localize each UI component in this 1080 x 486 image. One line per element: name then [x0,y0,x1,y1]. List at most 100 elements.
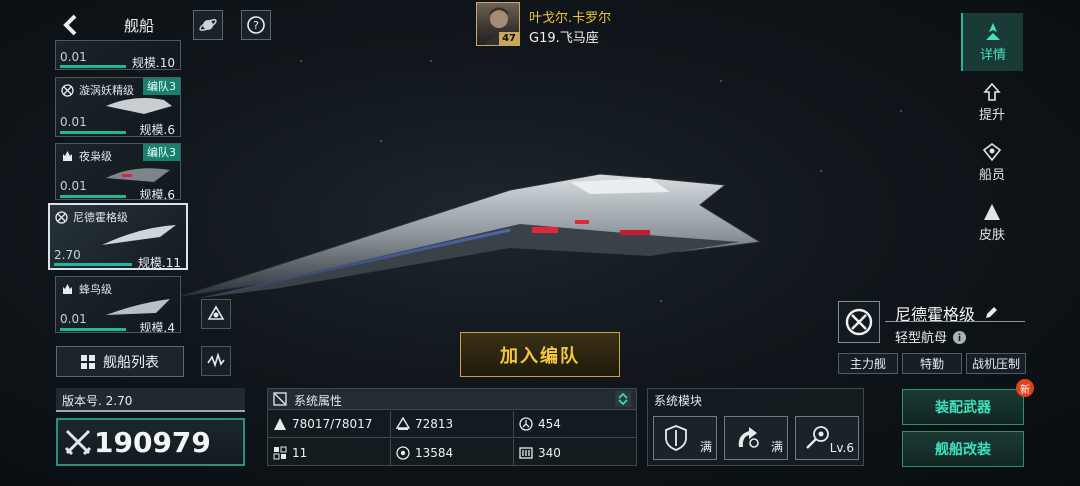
ship-scale: 规模.10 [131,56,175,70]
tab-label: 提升 [978,107,1005,123]
weapon-module-icon [806,426,829,449]
skin-icon [984,203,1000,220]
stats-chart-icon[interactable] [201,346,231,376]
expand-toggle-icon[interactable] [615,391,631,407]
ship-scale: 规模.11 [137,256,181,270]
flame-icon [63,284,72,294]
ship-progress-bar [60,131,126,134]
module-level: 满 [770,440,783,454]
tab-label: 皮肤 [978,227,1005,243]
attributes-icon [273,392,287,406]
attribute-value: 454 [538,417,561,431]
module-slot-shield[interactable]: 满 [653,416,717,460]
ship-power: 0.01 [60,312,87,326]
info-icon[interactable] [953,331,967,344]
system-attributes-title: 系统属性 [294,394,343,408]
player-location: G19.飞马座 [529,31,599,46]
ship-thumbnail [102,225,176,245]
attribute-grid: 11 [268,439,391,466]
ship-card[interactable]: 0.01 规模.10 [55,40,181,70]
new-badge: 新 [1016,379,1034,397]
attribute-target: 13584 [391,439,514,466]
ship-card[interactable]: 蜂鸟级 0.01 规模.4 [55,276,181,333]
help-icon[interactable]: ? [241,10,271,40]
tag-main-ship: 主力舰 [838,353,898,374]
ship-progress-bar [60,328,126,331]
ship-card-selected[interactable]: 尼德霍格级 2.70 规模.11 [48,203,188,270]
attribute-value: 13584 [415,445,454,460]
tag-fighter-suppression: 战机压制 [966,353,1026,374]
speed-icon [519,446,533,459]
tab-skin[interactable]: 皮肤 [961,193,1023,251]
ship-model-render [180,173,762,304]
title-divider [885,321,1025,322]
combat-power-box: 190979 [56,418,245,466]
fleet-formation-icon[interactable] [201,299,231,329]
details-icon [986,22,1000,40]
flame-icon [63,151,72,161]
ship-progress-bar [60,195,126,198]
grid-list-icon [81,354,95,369]
player-avatar[interactable]: 47 [476,2,520,46]
attribute-value: 340 [538,445,561,460]
ship-list-button[interactable]: 舰船列表 [56,346,184,377]
ship-thumbnail [106,168,170,182]
upgrade-icon [983,82,1001,101]
module-slot-weapon[interactable]: Lv.6 [795,416,859,460]
tab-crew[interactable]: 船员 [961,133,1023,191]
attribute-hull: 78017/78017 [268,411,391,438]
version-number: 版本号. 2.70 [56,388,245,412]
player-level: 47 [499,32,519,45]
edit-pencil-icon[interactable] [984,306,998,320]
crew-icon [982,142,1002,161]
fleet-badge: 编队3 [143,144,180,161]
tag-special-duty: 特勤 [902,353,962,374]
ship-modify-button[interactable]: 舰船改装 [902,431,1024,467]
ship-scale: 规模.6 [139,123,175,137]
module-level: 满 [699,440,712,454]
tab-label: 船员 [978,167,1005,183]
tab-upgrade[interactable]: 提升 [961,73,1023,131]
attribute-value: 11 [292,445,308,460]
attribute-value: 72813 [415,417,454,431]
shield-module-icon [665,425,687,451]
back-arrow-icon[interactable] [58,12,82,38]
ship-power: 0.01 [60,50,87,64]
planet-icon[interactable] [193,10,223,40]
attribute-speed: 340 [514,439,637,466]
equip-weapons-button[interactable]: 装配武器 [902,389,1024,425]
tab-details[interactable]: 详情 [961,13,1023,71]
ship-thumbnail [106,98,172,114]
ship-progress-bar [60,65,126,68]
armor-icon [396,417,410,430]
ship-type-crosshair-icon [838,301,880,343]
system-modules-title: 系统模块 [654,394,703,408]
hull-icon [274,418,286,430]
attribute-value: 78017/78017 [292,417,373,431]
crosshair-icon [61,84,74,97]
combat-power-value: 190979 [94,425,211,459]
attribute-shield: 454 [514,411,637,438]
attribute-armor: 72813 [391,411,514,438]
ship-class-label: 轻型航母 [895,331,948,346]
system-modules-panel: 系统模块 满 满 Lv.6 [647,388,864,466]
module-slot-repair[interactable]: 满 [724,416,788,460]
ship-scale: 规模.6 [139,188,175,200]
ship-card[interactable]: 夜枭级 编队3 0.01 规模.6 [55,143,181,200]
crosshair-icon [55,211,68,224]
crossed-swords-icon [64,429,92,456]
target-icon [396,445,410,460]
ship-progress-bar [54,263,132,266]
page-title: 舰船 [124,17,155,35]
ship-scale: 规模.4 [139,321,175,333]
tab-label: 详情 [979,47,1006,63]
system-attributes-header: 系统属性 [268,389,636,410]
ship-power: 0.01 [60,179,87,193]
ship-card[interactable]: 漩涡妖精级 编队3 0.01 规模.6 [55,77,181,137]
module-level: Lv.6 [829,441,854,455]
shield-icon [519,417,533,431]
svg-text:?: ? [253,19,259,32]
player-name: 叶戈尔.卡罗尔 [529,11,612,26]
ship-class: 轻型航母 [895,327,967,346]
join-fleet-button[interactable]: 加入编队 [460,332,620,377]
